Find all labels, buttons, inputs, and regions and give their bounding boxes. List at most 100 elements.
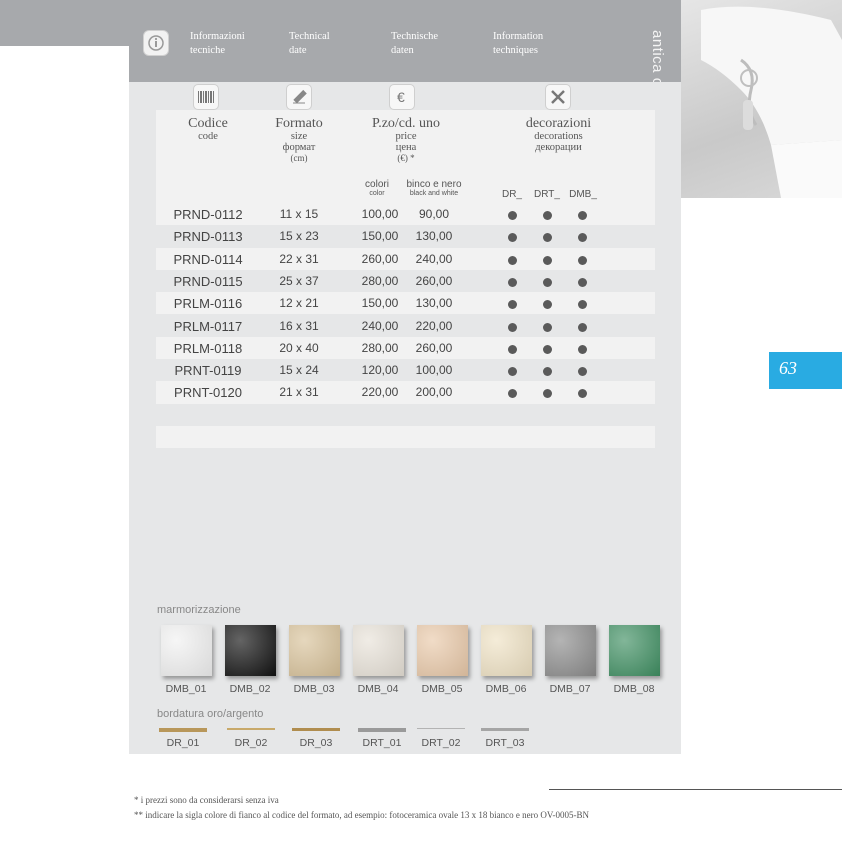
marble-swatch-label: DMB_02	[229, 683, 271, 695]
decoration-available-dot	[543, 367, 552, 377]
cell-bw-price: 130,00	[415, 229, 453, 244]
cell-color-price: 220,00	[361, 385, 399, 400]
border-sample-label: DRT_03	[485, 737, 525, 749]
cell-code: PRND-0114	[173, 251, 243, 267]
cell-bw-price: 130,00	[415, 296, 453, 311]
marble-swatch	[481, 625, 532, 676]
decoration-available-dot	[578, 344, 587, 354]
header-color-price: colori color	[365, 179, 389, 197]
decoration-available-dot	[543, 300, 552, 310]
decoration-available-dot	[543, 211, 552, 220]
table-row: PRND-0113 15 x 23 150,00 130,00	[156, 225, 655, 248]
cell-color-price: 150,00	[361, 229, 399, 244]
table-row: PRLM-0117 16 x 31 240,00 220,00	[156, 314, 655, 337]
footnote-vat: * i prezzi sono da considerarsi senza iv…	[134, 795, 279, 805]
decoration-available-dot	[508, 211, 517, 220]
cell-size: 12 x 21	[279, 296, 319, 311]
border-sample-label: DR_02	[234, 737, 268, 749]
decoration-available-dot	[578, 233, 587, 243]
decoration-available-dot	[543, 389, 552, 399]
decoration-available-dot	[508, 255, 517, 265]
table-row	[156, 426, 655, 449]
info-icon	[143, 30, 169, 56]
header-label-it: Informazioni tecniche	[190, 31, 245, 56]
header-size: Formato size формат (cm)	[275, 116, 323, 163]
marble-swatch-label: DMB_06	[485, 683, 527, 695]
cell-color-price: 120,00	[361, 363, 399, 378]
cell-size: 11 x 15	[279, 207, 319, 221]
cell-size: 15 x 24	[279, 363, 319, 378]
cell-color-price: 100,00	[361, 207, 399, 221]
cell-size: 20 x 40	[279, 340, 319, 355]
cell-bw-price: 260,00	[415, 340, 453, 355]
decoration-available-dot	[578, 389, 587, 399]
cell-bw-price: 200,00	[415, 385, 453, 400]
marble-swatch-label: DMB_01	[165, 683, 207, 695]
cell-bw-price: 260,00	[415, 273, 453, 288]
decoration-available-dot	[508, 233, 517, 243]
header-dec-dmb: DMB_	[569, 189, 597, 200]
table-row: PRLM-0116 12 x 21 150,00 130,00	[156, 292, 655, 315]
cell-size: 15 x 23	[279, 229, 319, 244]
border-sample-line	[292, 728, 340, 731]
marble-swatch	[417, 625, 468, 676]
cell-code: PRLM-0116	[173, 296, 243, 312]
header-code: Codice code	[188, 116, 228, 142]
header-dec-dr: DR_	[501, 189, 522, 200]
header-label-fr: Information techniques	[493, 31, 544, 56]
cell-color-price: 280,00	[361, 273, 399, 288]
decoration-available-dot	[543, 322, 552, 332]
page-number: 63	[769, 352, 842, 389]
cell-bw-price: 90,00	[418, 207, 450, 221]
table-row: PRLM-0118 20 x 40 280,00 260,00	[156, 336, 655, 360]
cell-size: 22 x 31	[279, 251, 319, 266]
table-row: PRND-0112 11 x 15 100,00 90,00	[156, 203, 655, 226]
table-row: PRND-0114 22 x 31 260,00 240,00	[156, 247, 655, 270]
marble-swatch	[225, 625, 276, 676]
border-section-title: bordatura oro/argento	[157, 708, 264, 720]
decoration-available-dot	[508, 344, 517, 354]
price-table: Codice code Formato size формат (cm) P.z…	[156, 110, 655, 471]
cell-code: PRNT-0120	[174, 385, 242, 401]
marble-swatch-label: DMB_05	[421, 683, 463, 695]
decoration-available-dot	[508, 322, 517, 332]
cell-color-price: 240,00	[361, 318, 399, 333]
cell-code: PRND-0113	[173, 229, 243, 245]
table-row: PRNT-0120 21 x 31 220,00 200,00	[156, 381, 655, 404]
footer-rule	[549, 789, 842, 790]
cell-code: PRLM-0118	[173, 340, 243, 356]
cell-color-price: 150,00	[361, 296, 399, 311]
marble-section-title: marmorizzazione	[157, 604, 241, 616]
decoration-available-dot	[578, 255, 587, 265]
cell-code: PRND-0115	[173, 273, 243, 289]
decoration-available-dot	[578, 277, 587, 287]
border-sample-line	[358, 728, 406, 732]
table-row: PRND-0115 25 x 37 280,00 260,00	[156, 269, 655, 293]
table-row: PRNT-0119 15 x 24 120,00 100,00	[156, 359, 655, 382]
marble-swatch	[289, 625, 340, 676]
cell-code: PRND-0112	[173, 207, 243, 222]
header-bw-price: binco e nero black and white	[406, 179, 462, 197]
cell-bw-price: 240,00	[415, 251, 453, 266]
border-sample-line	[417, 728, 465, 729]
marble-swatch-label: DMB_04	[357, 683, 399, 695]
marble-swatch-label: DMB_08	[613, 683, 655, 695]
cell-color-price: 260,00	[361, 251, 399, 266]
product-photo	[681, 0, 842, 198]
border-sample-label: DR_01	[166, 737, 200, 749]
decoration-available-dot	[578, 300, 587, 310]
cell-bw-price: 100,00	[415, 363, 453, 378]
table-row	[156, 448, 655, 471]
footnote-color-code: ** indicare la sigla colore di fianco al…	[134, 810, 590, 820]
cell-bw-price: 220,00	[415, 318, 453, 333]
decoration-available-dot	[543, 344, 552, 354]
border-sample-label: DRT_01	[362, 737, 402, 749]
cell-code: PRNT-0119	[174, 363, 242, 379]
border-sample-label: DRT_02	[421, 737, 461, 749]
header-label-de: Technische daten	[391, 31, 439, 56]
header-price: P.zo/cd. uno price цена (€) *	[371, 116, 441, 163]
decoration-available-dot	[508, 367, 517, 377]
header-decorations: decorazioni decorations декорации	[525, 116, 592, 153]
marble-swatch-label: DMB_03	[293, 683, 335, 695]
decoration-available-dot	[578, 322, 587, 332]
